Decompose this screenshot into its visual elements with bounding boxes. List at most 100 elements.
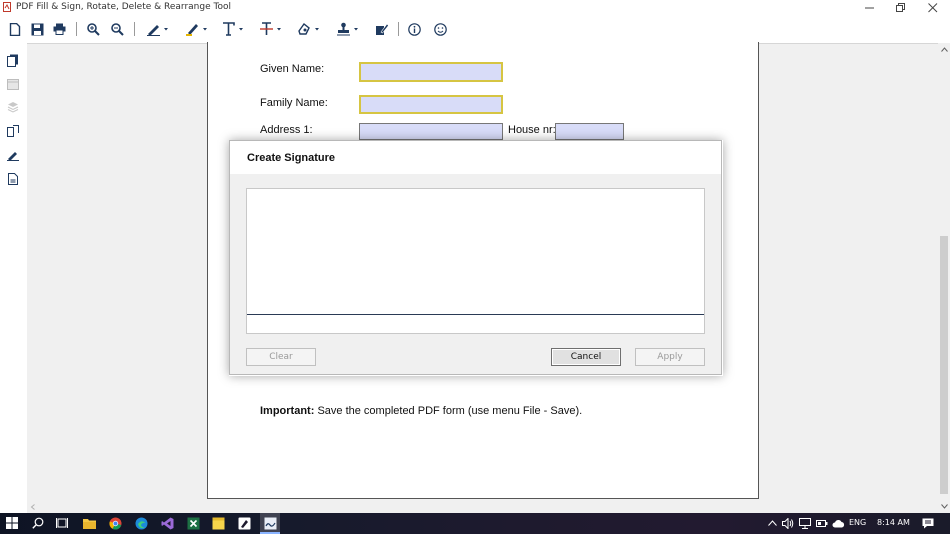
file-explorer-button[interactable] [82, 516, 96, 530]
sidebar-rotate-button[interactable] [5, 123, 21, 139]
shape-icon [298, 22, 319, 35]
toolbar-separator [134, 22, 135, 36]
folder-icon [82, 518, 96, 529]
scroll-down-button[interactable] [940, 502, 948, 510]
pen-dropdown[interactable] [145, 20, 171, 38]
print-icon [53, 23, 65, 35]
dialog-header: Create Signature [230, 141, 721, 174]
speaker-icon [782, 517, 794, 529]
scroll-left-icon[interactable] [30, 504, 36, 510]
window-title: PDF Fill & Sign, Rotate, Delete & Rearra… [16, 2, 231, 12]
pdf-fill-sign-taskbar-button[interactable] [263, 516, 277, 530]
start-button[interactable] [5, 516, 19, 530]
important-label: Important: [260, 405, 315, 417]
search-icon [32, 517, 44, 529]
pdf-sign-app-icon [264, 517, 276, 529]
clock[interactable]: 8:14 AM [877, 518, 910, 527]
cancel-button[interactable]: Cancel [551, 348, 621, 366]
new-document-icon [9, 22, 21, 36]
sticky-notes-button[interactable] [211, 516, 225, 530]
minimize-button[interactable] [855, 0, 885, 15]
given-name-label: Given Name: [260, 63, 325, 75]
create-signature-dialog: Create Signature Clear Cancel Apply [229, 140, 722, 375]
zoom-out-button[interactable] [109, 20, 125, 38]
sidebar-thumbnails-button[interactable] [5, 76, 21, 92]
restore-icon [896, 2, 905, 12]
edge-button[interactable] [134, 516, 148, 530]
battery-icon [816, 519, 828, 527]
excel-icon [187, 517, 199, 529]
sticky-notes-icon [212, 517, 224, 529]
chevron-up-icon [940, 46, 948, 52]
highlighter-dropdown[interactable] [184, 20, 210, 38]
signature-canvas[interactable] [246, 188, 705, 334]
chrome-button[interactable] [108, 516, 122, 530]
language-indicator[interactable]: ENG [849, 518, 866, 527]
sidebar-pages-button[interactable] [5, 52, 21, 68]
scroll-up-button[interactable] [940, 45, 948, 53]
pen-tool-icon [238, 517, 250, 529]
text-dropdown[interactable] [220, 20, 246, 38]
feedback-button[interactable] [432, 20, 448, 38]
signature-baseline [247, 314, 704, 315]
volume-button[interactable] [781, 516, 795, 530]
battery-button[interactable] [815, 516, 829, 530]
clear-button[interactable]: Clear [246, 348, 316, 366]
restore-button[interactable] [886, 0, 916, 15]
notifications-button[interactable] [921, 516, 935, 530]
close-button[interactable] [918, 0, 948, 15]
pdf-editor-taskbar-button[interactable] [237, 516, 251, 530]
family-name-label: Family Name: [260, 97, 328, 109]
vertical-scrollbar[interactable] [938, 43, 950, 513]
form-document-icon [8, 173, 18, 185]
chevron-up-icon [767, 520, 777, 526]
excel-button[interactable] [186, 516, 200, 530]
network-button[interactable] [798, 516, 812, 530]
family-name-field[interactable] [359, 95, 503, 114]
sidebar [0, 43, 27, 513]
app-icon [3, 2, 11, 12]
scrollbar-thumb[interactable] [940, 236, 948, 494]
stamp-dropdown[interactable] [335, 20, 361, 38]
stamp-icon [337, 22, 358, 36]
zoom-in-button[interactable] [85, 20, 101, 38]
info-button[interactable] [406, 20, 422, 38]
sidebar-form-button[interactable] [5, 171, 21, 187]
onedrive-button[interactable] [831, 516, 845, 530]
toolbar-separator [76, 22, 77, 36]
chrome-icon [108, 517, 121, 529]
print-button[interactable] [51, 20, 67, 38]
strikethrough-icon [260, 22, 281, 35]
given-name-field[interactable] [359, 62, 503, 82]
sidebar-layers-button[interactable] [5, 99, 21, 115]
new-document-button[interactable] [7, 20, 23, 38]
pen-icon [7, 152, 19, 161]
toolbar-separator [398, 22, 399, 36]
pen-icon [147, 25, 168, 36]
thumbnails-icon [7, 78, 19, 90]
visual-studio-button[interactable] [160, 516, 174, 530]
search-button[interactable] [31, 516, 45, 530]
sidebar-sign-button[interactable] [5, 147, 21, 163]
dialog-title: Create Signature [247, 152, 336, 164]
house-number-field[interactable] [555, 123, 624, 140]
task-view-icon [56, 518, 68, 528]
address-field[interactable] [359, 123, 503, 140]
zoom-in-icon [86, 22, 100, 36]
show-hidden-icons-button[interactable] [765, 516, 779, 530]
shape-dropdown[interactable] [296, 20, 322, 38]
text-icon [223, 22, 243, 36]
pages-icon [7, 54, 18, 67]
network-icon [799, 517, 811, 529]
apply-button[interactable]: Apply [635, 348, 705, 366]
toolbar [0, 15, 950, 43]
address-label: Address 1: [260, 124, 313, 136]
strikethrough-dropdown[interactable] [258, 20, 284, 38]
task-view-button[interactable] [55, 516, 69, 530]
sign-button[interactable] [374, 20, 390, 38]
save-button[interactable] [29, 20, 45, 38]
house-number-label: House nr: [508, 124, 556, 136]
smiley-icon [433, 22, 447, 36]
title-bar: PDF Fill & Sign, Rotate, Delete & Rearra… [0, 0, 950, 15]
rotate-page-icon [7, 125, 19, 137]
